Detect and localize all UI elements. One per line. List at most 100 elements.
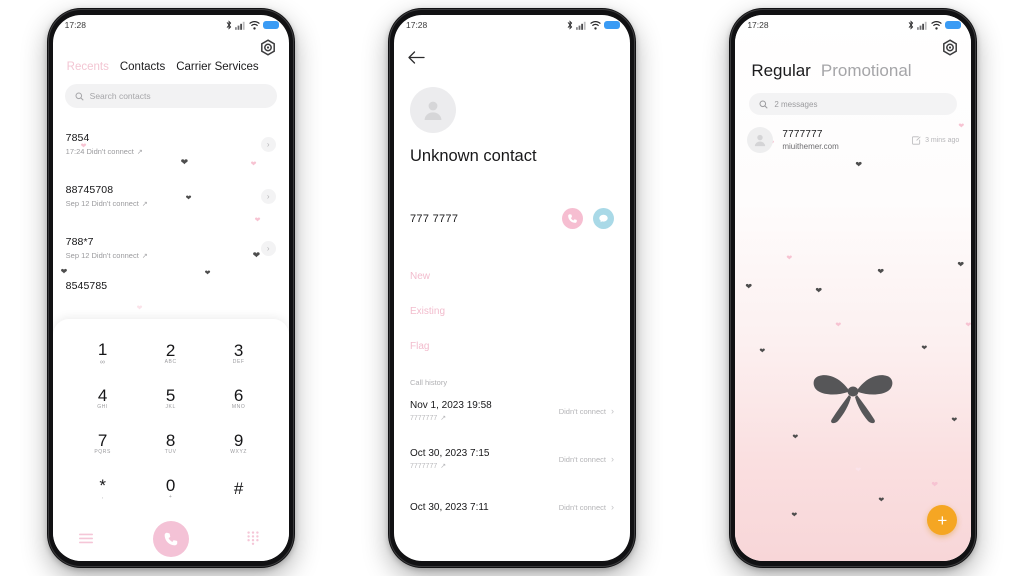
signal-icon (234, 21, 245, 30)
history-status: Didn't connect (558, 502, 606, 512)
history-number: 7777777 (409, 462, 438, 470)
dialpad-keys: 1 ∞ 2 ABC 3 DEF 4 GHI 5 JKL 6 MNO 7 PQRS 8 TUV 9… (69, 331, 273, 511)
key-letters: JKL (165, 404, 176, 410)
key-letters: + (168, 494, 173, 500)
status-time: 17:28 (405, 20, 428, 30)
contact-actions (561, 208, 614, 229)
phone-call-icon (568, 214, 577, 223)
keypad-grid-icon[interactable] (247, 531, 263, 547)
history-status: Didn't connect (558, 406, 606, 416)
bluetooth-icon (908, 20, 914, 30)
gear-icon[interactable] (941, 39, 959, 57)
chevron-right-icon[interactable]: › (260, 188, 276, 204)
call-history-list: Nov 1, 2023 19:58 7777777 ↗ Didn't connec… (394, 387, 630, 531)
status-bar: 17:28 (53, 15, 289, 35)
table-row[interactable]: 8545785 (66, 274, 276, 298)
chat-bubble-icon (599, 214, 608, 223)
call-action-button[interactable] (561, 208, 583, 229)
recent-calls-list: 7854 17:24 Didn't connect ↗ › 88745708 Se… (53, 118, 289, 298)
menu-lines-icon[interactable] (78, 531, 95, 547)
message-action-button[interactable] (592, 208, 614, 229)
history-date: Nov 1, 2023 19:58 (409, 400, 492, 411)
dialpad-key-4[interactable]: 4 GHI (69, 376, 137, 421)
table-row[interactable]: 88745708 Sep 12 Didn't connect ↗ › (66, 170, 276, 222)
table-row[interactable]: Oct 30, 2023 7:11 Didn't connect › (410, 483, 614, 531)
table-row[interactable]: Nov 1, 2023 19:58 7777777 ↗ Didn't connec… (410, 387, 614, 435)
dialpad-key-8[interactable]: 8 TUV (137, 421, 205, 466)
call-button[interactable] (152, 521, 189, 557)
signal-icon (917, 21, 927, 30)
dialpad-key-7[interactable]: 7 PQRS (69, 421, 137, 466)
option-existing[interactable]: Existing (410, 294, 614, 329)
chevron-right-icon[interactable]: › (260, 240, 276, 256)
plus-icon: + (937, 510, 948, 530)
tab-promotional[interactable]: Promotional (821, 61, 912, 81)
dialer-tabs: Recents Contacts Carrier Services (53, 35, 289, 73)
wifi-icon (931, 20, 943, 30)
dialpad-key-2[interactable]: 2 ABC (137, 331, 205, 376)
key-letters: GHI (97, 404, 108, 410)
dialpad-key-5[interactable]: 5 JKL (137, 376, 205, 421)
screen-contact-detail: 17:28 Unknown contact 777 7777 New Exist… (393, 15, 630, 561)
message-preview: miuithemer.com (782, 142, 839, 151)
chevron-right-icon[interactable]: › (611, 502, 614, 512)
phone-device-dialer: 17:28 ❤ ❤ ❤ ❤ ❤ ❤ ❤ ❤ ❤ Recents Contacts… (46, 8, 295, 568)
tab-contacts[interactable]: Contacts (120, 61, 165, 73)
messages-tabs: Regular Promotional (735, 35, 971, 81)
tab-carrier-services[interactable]: Carrier Services (176, 61, 258, 73)
dialpad-key-6[interactable]: 6 MNO (205, 376, 273, 421)
screen-messages: 17:28 ❤ ❤ ❤ ❤ ❤ ❤ ❤ ❤ ❤ ❤ ❤ ❤ ❤ ❤ ❤ ❤ ❤ … (735, 15, 972, 561)
search-input-placeholder: Search contacts (89, 91, 151, 101)
history-status: Didn't connect (558, 454, 606, 464)
option-new[interactable]: New (410, 259, 614, 294)
call-detail: 17:24 Didn't connect (65, 147, 134, 156)
person-avatar-icon (755, 134, 766, 147)
dialpad-key-hash[interactable]: # (205, 466, 273, 511)
chevron-right-icon[interactable]: › (611, 454, 614, 464)
dialpad-key-1[interactable]: 1 ∞ (69, 331, 137, 376)
tab-recents[interactable]: Recents (67, 61, 109, 73)
dialer-bottom-bar (69, 511, 273, 561)
table-row[interactable]: 788*7 Sep 12 Didn't connect ↗ › (66, 222, 276, 274)
bluetooth-icon (567, 20, 573, 30)
battery-icon (945, 21, 962, 29)
key-digit: 5 (165, 386, 176, 405)
message-sender: 7777777 (782, 129, 823, 140)
list-item[interactable]: 7777777 miuithemer.com 3 mins ago (747, 127, 959, 153)
tab-regular[interactable]: Regular (751, 61, 811, 81)
key-digit: 9 (233, 431, 244, 450)
key-letters: WXYZ (230, 449, 248, 455)
chevron-right-icon[interactable]: › (260, 136, 276, 152)
dialpad-key-3[interactable]: 3 DEF (205, 331, 273, 376)
search-messages-bar[interactable]: 2 messages (749, 93, 958, 115)
chevron-right-icon[interactable]: › (611, 406, 614, 416)
message-timestamp: 3 mins ago (925, 136, 960, 144)
call-number: 7854 (65, 132, 90, 144)
option-flag[interactable]: Flag (410, 329, 614, 364)
avatar (747, 127, 774, 153)
phone-number-row: 777 7777 (410, 208, 614, 229)
call-number: 88745708 (65, 184, 114, 196)
status-icon-group (908, 20, 962, 30)
table-row[interactable]: 7854 17:24 Didn't connect ↗ › (66, 118, 276, 170)
battery-icon (603, 21, 620, 29)
call-detail: Sep 12 Didn't connect (65, 251, 139, 260)
search-contacts-bar[interactable]: Search contacts (64, 84, 277, 108)
table-row[interactable]: Oct 30, 2023 7:15 7777777 ↗ Didn't connec… (410, 435, 614, 483)
bluetooth-icon (226, 20, 231, 30)
wallpaper-showcase: 17:28 ❤ ❤ ❤ ❤ ❤ ❤ ❤ ❤ ❤ Recents Contacts… (0, 0, 1024, 576)
key-letters: DEF (232, 359, 245, 365)
dialpad-key-0[interactable]: 0 + (137, 466, 205, 511)
key-letters: PQRS (94, 449, 111, 455)
phone-device-messages: 17:28 ❤ ❤ ❤ ❤ ❤ ❤ ❤ ❤ ❤ ❤ ❤ ❤ ❤ ❤ ❤ ❤ ❤ … (729, 8, 978, 568)
wifi-icon (590, 20, 601, 30)
sent-message-icon (912, 135, 921, 145)
gear-icon[interactable] (259, 39, 277, 57)
dialpad-key-9[interactable]: 9 WXYZ (205, 421, 273, 466)
contact-options: New Existing Flag (410, 259, 614, 364)
status-bar: 17:28 (394, 15, 630, 35)
dialpad-key-star[interactable]: *, (69, 466, 137, 511)
contact-phone-number[interactable]: 777 7777 (410, 213, 458, 225)
back-arrow-icon[interactable] (394, 35, 630, 69)
key-digit: 7 (97, 431, 108, 450)
